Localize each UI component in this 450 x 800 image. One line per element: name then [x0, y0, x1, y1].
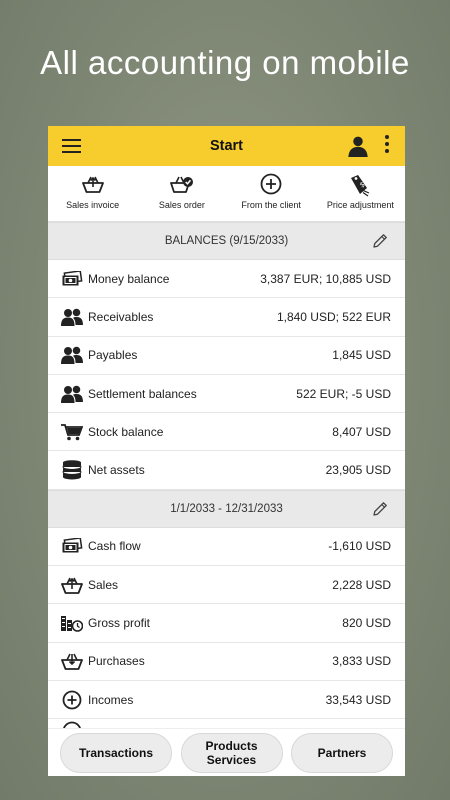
- list-item[interactable]: Gross profit 820 USD: [48, 604, 405, 643]
- user-account-icon[interactable]: [347, 135, 369, 157]
- plus-circle-icon: [260, 173, 282, 195]
- row-value: 3,387 EUR; 10,885 USD: [260, 271, 391, 286]
- row-label: Incomes: [88, 692, 134, 707]
- period-list: Cash flow -1,610 USD Sales 2,228 USD Gro…: [48, 528, 405, 732]
- more-options-icon[interactable]: [383, 135, 391, 157]
- row-value: -1,610 USD: [328, 539, 391, 554]
- people-icon: [60, 308, 84, 326]
- products-services-button[interactable]: Products Services: [180, 732, 283, 773]
- period-header: 1/1/2033 - 12/31/2033: [48, 489, 405, 528]
- balances-header: BALANCES (9/15/2033): [48, 222, 405, 260]
- balances-list: Money balance 3,387 EUR; 10,885 USD Rece…: [48, 260, 405, 490]
- price-adjustment-button[interactable]: $ Price adjustment: [316, 166, 405, 221]
- list-item[interactable]: Cash flow -1,610 USD: [48, 528, 405, 567]
- row-value: 23,905 USD: [325, 463, 391, 478]
- row-label: Payables: [88, 348, 138, 363]
- from-the-client-label: From the client: [241, 200, 301, 210]
- row-label: Sales: [88, 577, 119, 592]
- row-label: Purchases: [88, 654, 145, 669]
- sales-invoice-label: Sales invoice: [66, 200, 120, 210]
- row-value: 3,833 USD: [332, 654, 391, 669]
- period-header-label: 1/1/2033 - 12/31/2033: [170, 502, 283, 515]
- phone-screen: Start Sales invoice Sales order From the…: [48, 126, 405, 776]
- list-item[interactable]: Money balance 3,387 EUR; 10,885 USD: [48, 260, 405, 299]
- people-icon: [60, 385, 84, 403]
- row-label: Money balance: [88, 271, 170, 286]
- banknote-icon: [60, 537, 84, 555]
- page-title: Start: [209, 138, 244, 154]
- coins-clock-icon: [60, 614, 84, 632]
- edit-pencil-icon[interactable]: [371, 500, 389, 518]
- list-item[interactable]: Net assets 23,905 USD: [48, 451, 405, 490]
- row-value: 1,840 USD; 522 EUR: [276, 309, 391, 324]
- cart-icon: [60, 423, 84, 441]
- row-label: Net assets: [88, 463, 145, 478]
- sales-order-button[interactable]: Sales order: [137, 166, 226, 221]
- transactions-label: Transactions: [78, 745, 154, 760]
- price-tag-icon: $: [351, 175, 370, 197]
- services-label: Services: [206, 752, 257, 767]
- edit-pencil-icon[interactable]: [371, 232, 389, 250]
- list-item[interactable]: Receivables 1,840 USD; 522 EUR: [48, 298, 405, 337]
- basket-check-icon: [169, 176, 193, 193]
- list-item[interactable]: Purchases 3,833 USD: [48, 643, 405, 681]
- list-item[interactable]: Settlement balances 522 EUR; -5 USD: [48, 375, 405, 414]
- list-item[interactable]: Sales 2,228 USD: [48, 566, 405, 605]
- sales-invoice-button[interactable]: Sales invoice: [48, 166, 137, 221]
- row-value: 8,407 USD: [332, 424, 391, 439]
- row-value: 1,845 USD: [332, 348, 391, 363]
- basket-in-icon: [60, 652, 84, 671]
- promo-headline: All accounting on mobile: [40, 44, 410, 81]
- price-adjustment-label: Price adjustment: [326, 200, 394, 210]
- from-the-client-button[interactable]: From the client: [227, 166, 316, 221]
- row-label: Gross profit: [88, 616, 151, 631]
- partners-button[interactable]: Partners: [291, 732, 393, 773]
- plus-circle-icon: [60, 690, 84, 710]
- products-label: Products: [205, 738, 258, 753]
- basket-out-icon: [81, 176, 104, 193]
- basket-out-icon: [60, 576, 84, 594]
- balances-header-label: BALANCES (9/15/2033): [164, 235, 289, 247]
- quick-actions: Sales invoice Sales order From the clien…: [48, 166, 405, 222]
- row-label: Receivables: [88, 309, 154, 324]
- coin-stack-icon: [60, 460, 84, 480]
- row-value: 522 EUR; -5 USD: [296, 386, 391, 401]
- row-value: 820 USD: [342, 616, 391, 631]
- row-label: Stock balance: [88, 424, 164, 439]
- list-item[interactable]: Payables 1,845 USD: [48, 337, 405, 375]
- people-icon: [60, 346, 84, 365]
- bottom-navigation: Transactions Products Services Partners: [48, 728, 405, 776]
- hamburger-menu-icon[interactable]: [62, 139, 81, 153]
- banknote-icon: [60, 270, 84, 288]
- partners-label: Partners: [317, 745, 367, 760]
- list-item[interactable]: Stock balance 8,407 USD: [48, 413, 405, 452]
- app-bar: Start: [48, 126, 405, 166]
- row-value: 33,543 USD: [325, 692, 391, 707]
- row-label: Settlement balances: [88, 386, 197, 401]
- transactions-button[interactable]: Transactions: [60, 732, 172, 773]
- row-value: 2,228 USD: [332, 577, 391, 592]
- sales-order-label: Sales order: [158, 200, 205, 210]
- list-item[interactable]: Incomes 33,543 USD: [48, 681, 405, 720]
- row-label: Cash flow: [88, 539, 141, 554]
